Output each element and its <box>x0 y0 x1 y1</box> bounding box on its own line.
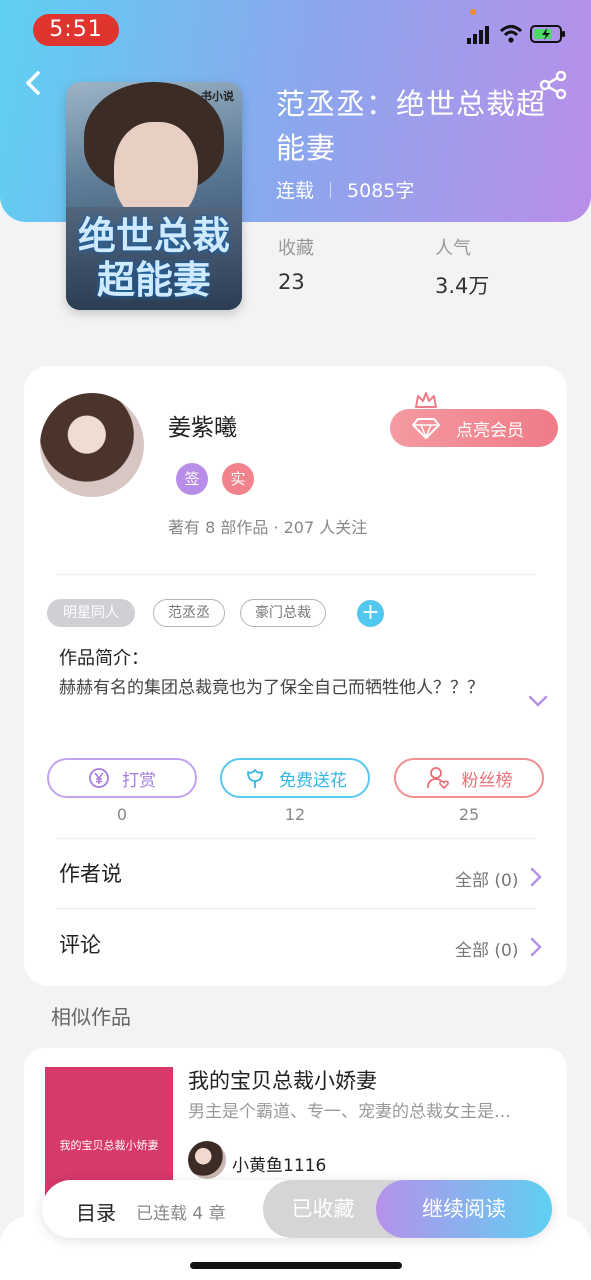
continue-reading-button[interactable]: 继续阅读 <box>376 1180 552 1238</box>
stat-label: 人气 <box>435 238 471 259</box>
yen-coin-icon <box>89 768 109 788</box>
word-count: 5085字 <box>347 180 415 202</box>
crown-icon <box>415 392 437 408</box>
divider <box>56 574 536 575</box>
fan-ranking-label: 粉丝榜 <box>461 770 513 791</box>
stat-value: 23 <box>278 270 305 294</box>
stat-label: 收藏 <box>278 238 314 259</box>
tag-item[interactable]: 范丞丞 <box>153 599 225 627</box>
toc-button[interactable]: 目录 <box>76 1197 116 1226</box>
similar-works-heading: 相似作品 <box>51 1005 131 1029</box>
send-flower-label: 免费送花 <box>279 770 347 791</box>
cover-publisher-logo: 书小说 <box>201 90 234 103</box>
comments-label: 评论 <box>59 933 101 957</box>
intro-label: 作品简介： <box>59 648 149 669</box>
fan-ranking-button[interactable]: 粉丝榜 <box>394 758 544 798</box>
similar-work-description: 男主是个霸道、专一、宠妻的总裁女主是… <box>188 1102 511 1122</box>
battery-icon <box>530 25 565 43</box>
chevron-down-icon[interactable] <box>528 694 548 708</box>
recording-indicator <box>470 9 476 15</box>
fan-user-icon <box>426 767 449 790</box>
vip-button-label: 点亮会员 <box>456 420 524 441</box>
home-indicator <box>190 1262 402 1269</box>
chevron-right-icon <box>530 867 542 887</box>
fans-count: 25 <box>458 805 480 824</box>
book-title: 范丞丞：绝世总裁超能妻 <box>276 87 547 165</box>
stat-popularity: 人气 3.4万 <box>435 234 489 300</box>
reward-button[interactable]: 打赏 <box>47 758 197 798</box>
book-meta: 连载 5085字 <box>276 176 414 203</box>
author-says-count: 全部 (0) <box>455 871 519 891</box>
reward-label: 打赏 <box>122 770 156 791</box>
send-flower-button[interactable]: 免费送花 <box>220 758 370 798</box>
cellular-signal-icon <box>467 26 489 44</box>
diamond-icon <box>412 418 440 439</box>
book-cover[interactable]: 书小说 绝世总裁超能妻 <box>66 82 242 310</box>
author-name[interactable]: 姜紫曦 <box>168 408 237 442</box>
similar-author-name: 小黄鱼1116 <box>232 1156 327 1176</box>
intro-text: 赫赫有名的集团总裁竟也为了保全自己而牺牲他人？？？ <box>59 678 484 698</box>
verified-badge: 实 <box>222 463 254 495</box>
flower-count: 12 <box>284 805 306 824</box>
serial-status: 连载 <box>276 180 315 202</box>
add-tag-button[interactable]: + <box>357 600 384 627</box>
wifi-icon <box>499 25 523 43</box>
author-says-label: 作者说 <box>59 862 122 886</box>
stat-favorites: 收藏 23 <box>278 234 314 294</box>
flower-icon <box>247 769 263 788</box>
cover-title-art: 绝世总裁超能妻 <box>77 213 230 302</box>
stat-value: 3.4万 <box>435 274 490 298</box>
status-time: 5:51 <box>33 14 119 46</box>
back-arrow-icon[interactable] <box>22 70 44 96</box>
divider <box>56 838 536 839</box>
meta-separator <box>330 181 332 198</box>
signed-badge: 签 <box>176 463 208 495</box>
tag-item[interactable]: 明星同人 <box>47 599 135 627</box>
chevron-right-icon <box>530 937 542 957</box>
author-stats: 著有 8 部作品 · 207 人关注 <box>168 518 368 537</box>
chapter-count: 已连载 4 章 <box>136 1204 226 1224</box>
reward-count: 0 <box>116 805 128 824</box>
author-avatar[interactable] <box>40 393 144 497</box>
tag-item[interactable]: 豪门总裁 <box>240 599 326 627</box>
similar-work-title[interactable]: 我的宝贝总裁小娇妻 <box>188 1065 377 1095</box>
similar-author-avatar <box>188 1141 226 1179</box>
divider <box>56 908 536 909</box>
comments-count: 全部 (0) <box>455 941 519 961</box>
